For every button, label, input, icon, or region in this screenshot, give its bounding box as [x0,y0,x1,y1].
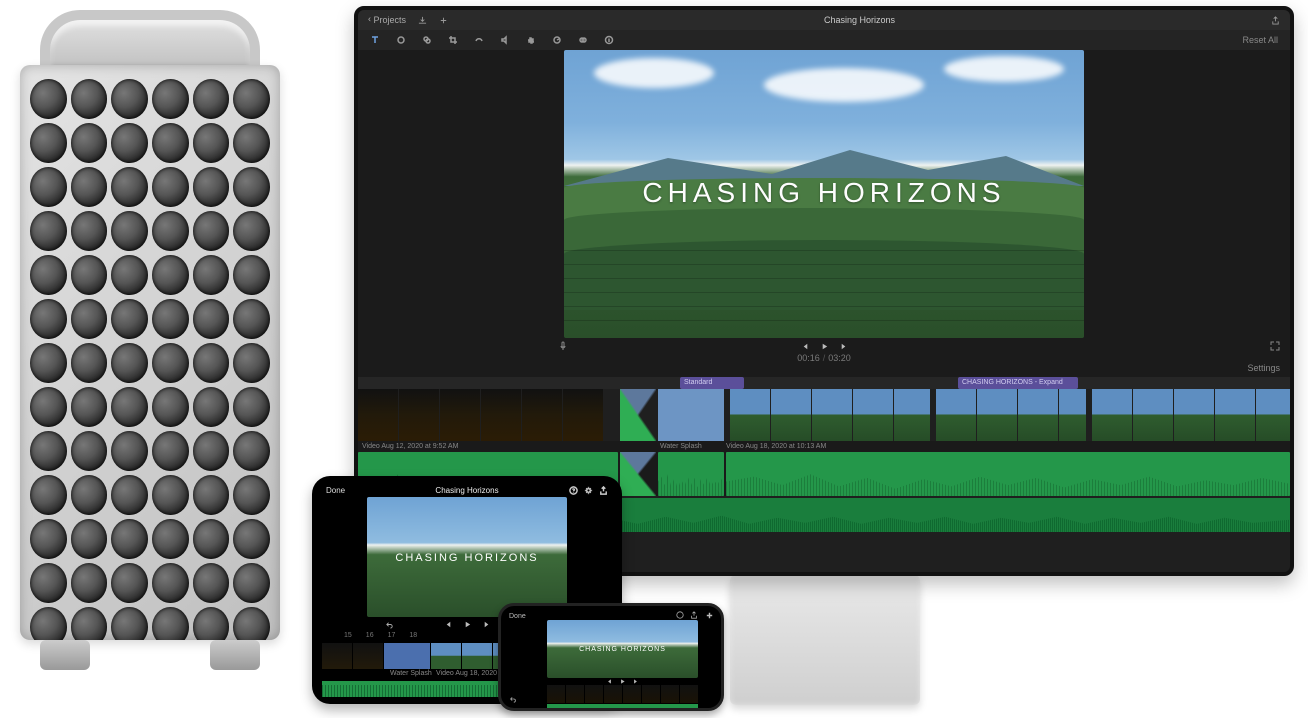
timeline-clip[interactable] [384,643,430,669]
prev-frame-button[interactable] [801,342,810,351]
next-button[interactable] [632,678,639,685]
clip-label: Video Aug 12, 2020 at 9:52 AM [358,441,656,452]
timeline-clip[interactable] [604,685,622,703]
timeline-clip[interactable] [642,685,660,703]
iphone-notch [499,644,505,676]
titlebar: › Projects Chasing Horizons [358,10,1290,30]
viewer-area: CHASING HORIZONS 00:16/03:20 Settings [358,50,1290,377]
play-button[interactable] [820,342,829,351]
timeline-clip[interactable] [730,389,930,441]
share-icon[interactable] [1271,16,1280,25]
clip-label: Water Splash [388,670,434,680]
fullscreen-icon[interactable] [1270,341,1280,351]
timeline-clip[interactable] [358,389,618,441]
add-icon[interactable] [439,16,448,25]
reset-all-button[interactable]: Reset All [1242,35,1278,45]
undo-icon[interactable] [385,620,394,629]
title-clip[interactable]: CHASING HORIZONS - Expand [958,377,1078,389]
mac-pro-handle [40,10,260,70]
timeline-clip[interactable] [585,685,603,703]
ruler-mark: 16 [366,632,374,642]
iphone-viewer-title-overlay: CHASING HORIZONS [547,646,698,653]
iphone-transport-controls [547,678,698,685]
iphone-preview-viewer[interactable]: CHASING HORIZONS [547,620,698,678]
info-icon[interactable] [604,35,614,45]
color-correction-icon[interactable] [422,35,432,45]
timeline-clip[interactable] [623,685,641,703]
ruler-mark: 17 [388,632,396,642]
mac-pro-tower [10,10,290,670]
ipad-toolbar: Done Chasing Horizons [322,486,612,495]
speed-icon[interactable] [552,35,562,45]
timeline-video-track[interactable] [358,389,1290,441]
ipad-project-title: Chasing Horizons [322,486,612,495]
crop-icon[interactable] [448,35,458,45]
title-clip[interactable]: Standard [680,377,744,389]
undo-icon[interactable] [509,695,543,703]
timeline-clip[interactable] [658,389,724,441]
timeline-clip[interactable] [353,643,383,669]
settings-button[interactable]: Settings [1247,363,1280,373]
clip-label: Water Splash [656,441,722,452]
iphone-device: Done CHASING HORIZONS [498,603,724,711]
help-icon[interactable] [676,611,684,619]
iphone-audio-track[interactable] [547,704,698,711]
next-frame-button[interactable] [839,342,848,351]
voiceover-icon[interactable] [558,341,568,351]
audio-transition[interactable] [620,452,656,496]
audio-clip[interactable] [658,452,724,496]
timeline-clip[interactable] [566,685,584,703]
audio-clip[interactable] [726,452,1290,496]
timeline-clip[interactable] [462,643,492,669]
timeline-clip[interactable] [680,685,698,703]
timeline-clip[interactable] [661,685,679,703]
transition[interactable] [620,389,656,441]
project-title: Chasing Horizons [460,15,1259,25]
mac-pro-foot [210,640,260,670]
done-button[interactable]: Done [509,613,526,620]
inspector-toolbar: Reset All [358,30,1290,50]
viewer-title-overlay: CHASING HORIZONS [564,177,1084,209]
mac-pro-body [20,65,280,640]
timecode-display: 00:16/03:20 [797,353,851,363]
import-icon[interactable] [418,16,427,25]
ipad-viewer-title-overlay: CHASING HORIZONS [367,552,567,564]
timeline-clip[interactable] [547,685,565,703]
timeline-clip[interactable] [431,643,461,669]
filter-icon[interactable] [578,35,588,45]
monitor-stand [730,575,920,705]
volume-icon[interactable] [500,35,510,45]
play-button[interactable] [463,620,472,629]
iphone-timeline[interactable] [547,685,698,711]
timeline-clip[interactable] [1092,389,1290,441]
export-icon[interactable] [690,611,698,619]
ruler-mark: 18 [409,632,417,642]
preview-viewer[interactable]: CHASING HORIZONS [564,50,1084,338]
iphone-video-track[interactable] [547,685,698,703]
stabilize-icon[interactable] [474,35,484,45]
next-button[interactable] [482,620,491,629]
ruler-mark: 15 [344,632,352,642]
color-balance-icon[interactable] [396,35,406,45]
prev-button[interactable] [606,678,613,685]
clip-label: Video Aug 18, 2020 at 10:13 AM [722,441,1290,452]
title-tool-icon[interactable] [370,35,380,45]
ipad-preview-viewer[interactable]: CHASING HORIZONS [367,497,567,617]
add-media-icon[interactable] [705,611,714,620]
back-to-projects-button[interactable]: › Projects [368,15,406,25]
timeline-clip[interactable] [936,389,1086,441]
noise-reduction-icon[interactable] [526,35,536,45]
mac-pro-foot [40,640,90,670]
prev-button[interactable] [444,620,453,629]
transport-controls [801,342,848,351]
play-button[interactable] [619,678,626,685]
timeline-clip[interactable] [322,643,352,669]
